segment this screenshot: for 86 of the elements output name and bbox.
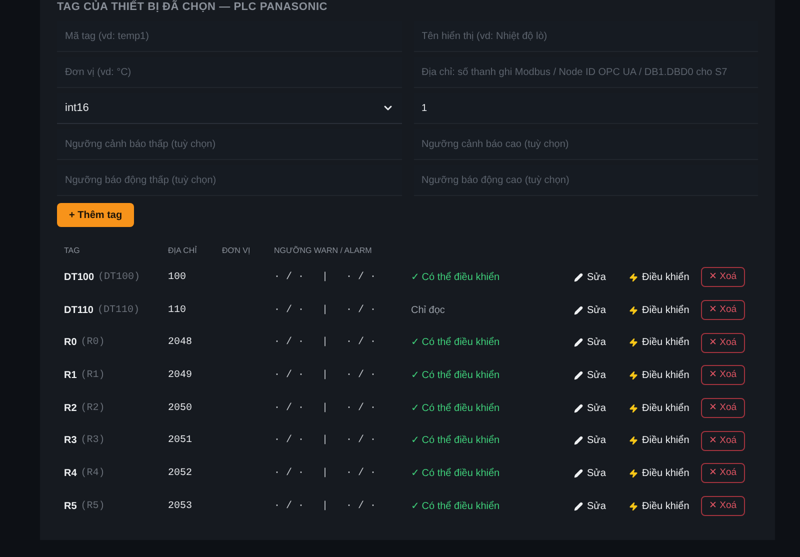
tag-code: (R2)	[80, 402, 105, 416]
section-title: TAG CỦA THIẾT BỊ ĐÃ CHỌN — PLC PANASONIC	[57, 0, 329, 13]
pencil-icon	[574, 338, 583, 348]
delete-button[interactable]: ✕ Xoá	[701, 267, 745, 288]
threshold-cell-text: · / · | · / ·	[274, 500, 378, 514]
edit-button[interactable]: Sửa	[574, 270, 629, 285]
tag-name: R2	[64, 402, 77, 416]
tag-name: R1	[64, 368, 77, 383]
address-cell-text: 2051	[168, 434, 194, 448]
pencil-icon	[574, 436, 583, 446]
tag-code: (R3)	[80, 434, 105, 448]
lightning-icon	[629, 306, 638, 315]
address-cell-text: 110	[168, 304, 188, 318]
status-text: Chỉ đọc	[411, 304, 446, 318]
address-cell-text: 2052	[168, 466, 194, 481]
delete-button[interactable]: ✕ Xoá	[701, 300, 745, 320]
lightning-icon	[629, 338, 638, 348]
tag-name: R3	[64, 434, 77, 448]
delete-button[interactable]: ✕ Xoá	[701, 430, 745, 451]
control-button[interactable]: Điều khiển	[629, 433, 701, 448]
status-text: ✓ Có thể điều khiển	[411, 368, 501, 383]
delete-button[interactable]: ✕ Xoá	[701, 496, 745, 516]
threshold-cell-text: · / · | · / ·	[274, 402, 378, 416]
tag-name: DT100	[64, 270, 94, 285]
threshold-cell-text: · / · | · / ·	[274, 434, 378, 448]
tag-code: (R0)	[80, 336, 105, 350]
tag-code: (R4)	[80, 466, 105, 481]
column-header: ĐỊA CHỈ	[168, 245, 198, 257]
status-text: ✓ Có thể điều khiển	[411, 270, 501, 285]
lightning-icon	[629, 404, 638, 413]
status-text: ✓ Có thể điều khiển	[411, 466, 501, 481]
threshold-cell-text: · / · | · / ·	[274, 368, 378, 383]
pencil-icon	[574, 370, 583, 380]
column-header: NGƯỠNG WARN / ALARM	[274, 245, 372, 257]
pencil-icon	[574, 502, 583, 511]
control-button[interactable]: Điều khiển	[629, 400, 701, 416]
delete-button[interactable]: ✕ Xoá	[701, 463, 745, 484]
edit-button[interactable]: Sửa	[574, 400, 629, 416]
tag-name: R4	[64, 466, 77, 481]
threshold-cell-text: · / · | · / ·	[274, 466, 378, 481]
control-button[interactable]: Điều khiển	[629, 270, 701, 285]
lightning-icon	[629, 272, 638, 282]
add-tag-button[interactable]: + Thêm tag	[57, 203, 134, 227]
tag-code: (R1)	[80, 368, 105, 383]
address-cell-text: 2048	[168, 336, 194, 350]
tag-code: (R5)	[80, 500, 105, 514]
control-button[interactable]: Điều khiển	[629, 368, 701, 383]
delete-button[interactable]: ✕ Xoá	[701, 365, 745, 386]
edit-button[interactable]: Sửa	[574, 335, 629, 350]
pencil-icon	[574, 404, 583, 413]
lightning-icon	[629, 502, 638, 511]
tag-name: DT110	[64, 304, 94, 318]
control-button[interactable]: Điều khiển	[629, 466, 701, 481]
control-button[interactable]: Điều khiển	[629, 302, 701, 318]
edit-button[interactable]: Sửa	[574, 466, 629, 481]
edit-button[interactable]: Sửa	[574, 368, 629, 383]
tag-code: (DT100)	[98, 270, 140, 285]
threshold-cell-text: · / · | · / ·	[274, 270, 378, 285]
lightning-icon	[629, 370, 638, 380]
control-button[interactable]: Điều khiển	[629, 498, 701, 514]
pencil-icon	[574, 468, 583, 478]
tag-code: (DT110)	[97, 304, 140, 318]
edit-button[interactable]: Sửa	[574, 302, 629, 318]
status-text: ✓ Có thể điều khiển	[411, 500, 501, 514]
status-text: ✓ Có thể điều khiển	[411, 336, 501, 350]
address-cell-text: 100	[168, 270, 188, 285]
threshold-cell-text: · / · | · / ·	[274, 304, 378, 318]
pencil-icon	[574, 306, 583, 315]
delete-button[interactable]: ✕ Xoá	[701, 398, 745, 418]
column-header: TAG	[64, 245, 81, 257]
address-cell-text: 2050	[168, 402, 194, 416]
lightning-icon	[629, 436, 638, 446]
lightning-icon	[629, 468, 638, 478]
column-header: ĐƠN VỊ	[222, 245, 252, 257]
threshold-cell-text: · / · | · / ·	[274, 336, 378, 350]
control-button[interactable]: Điều khiển	[629, 335, 701, 350]
pencil-icon	[574, 272, 583, 282]
delete-button[interactable]: ✕ Xoá	[701, 332, 745, 353]
edit-button[interactable]: Sửa	[574, 498, 629, 514]
address-cell-text: 2049	[168, 368, 194, 383]
status-text: ✓ Có thể điều khiển	[411, 402, 501, 416]
address-cell-text: 2053	[168, 500, 194, 514]
tag-name: R5	[64, 500, 77, 514]
status-text: ✓ Có thể điều khiển	[411, 434, 501, 448]
edit-button[interactable]: Sửa	[574, 433, 629, 448]
tag-name: R0	[64, 336, 77, 350]
